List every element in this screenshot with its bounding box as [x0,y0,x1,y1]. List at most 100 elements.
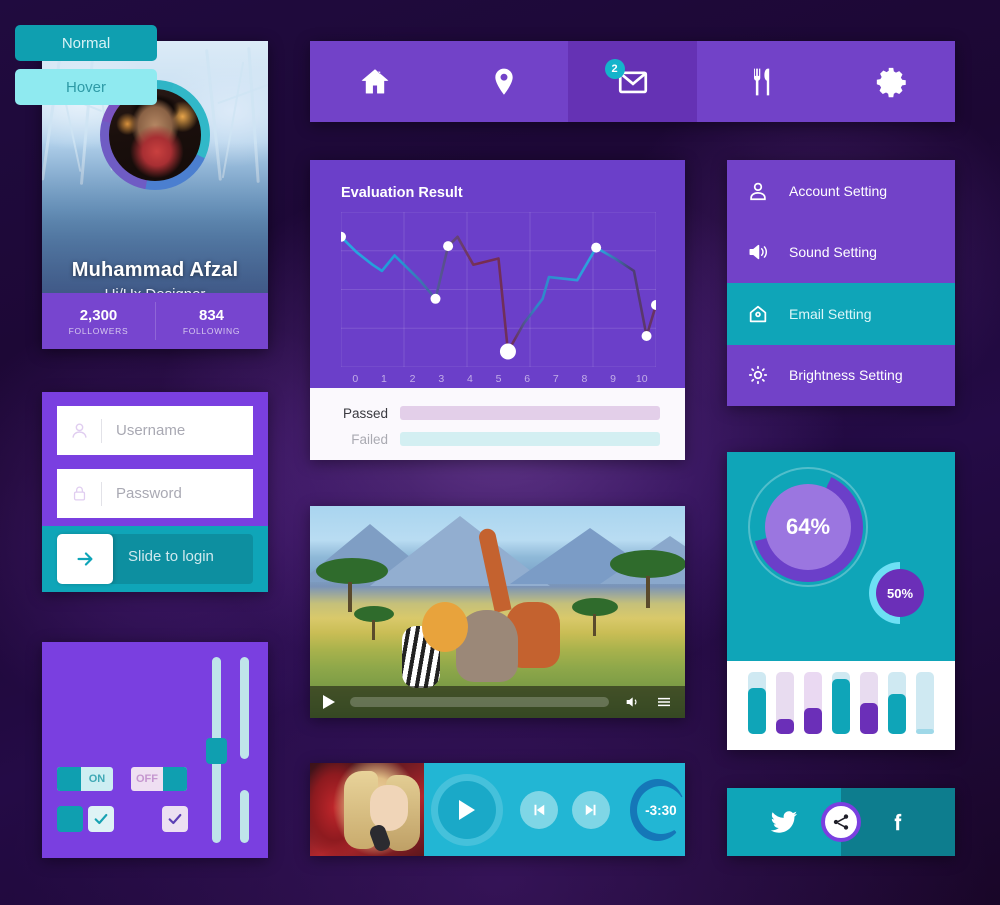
stat-label: FOLLOWING [182,325,241,336]
lock-icon [57,484,101,503]
slider-a-handle[interactable] [206,738,227,764]
video-progress-track[interactable] [350,697,609,707]
x-tick-0: 0 [352,373,359,385]
bar-1 [748,672,766,734]
bar-fill [776,718,794,734]
slider-b-track-upper[interactable] [240,657,249,759]
chart-gridlines [341,212,656,367]
toggle-off[interactable]: OFF [131,767,187,791]
slide-to-login[interactable]: Slide to login [42,526,268,592]
bar-5 [860,672,878,734]
social-bar [727,788,955,856]
password-field[interactable]: Password [57,469,253,518]
navigation-bar: 2 [310,41,955,122]
bar-3 [804,672,822,734]
donut-area: 64% 50% [727,452,955,661]
previous-button[interactable] [519,791,558,829]
sidebar-item-email[interactable]: Email Setting [727,283,955,345]
progress-track[interactable] [400,406,660,420]
nav-item-messages[interactable]: 2 [568,41,697,122]
donut-value: 50% [876,569,924,617]
donut-chart-large: 64% [748,467,868,587]
slide-label: Slide to login [128,548,214,565]
video-player[interactable] [310,506,685,718]
nav-item-home[interactable] [310,41,439,122]
checkbox-unchecked[interactable] [57,806,83,832]
data-point-4 [591,242,602,253]
bar-fill [804,707,822,734]
username-field[interactable]: Username [57,406,253,455]
checkbox-checked-teal[interactable] [88,806,114,832]
x-tick-2: 2 [409,373,416,385]
play-button[interactable] [437,781,496,839]
line-chart [341,212,656,367]
x-tick-3: 3 [438,373,445,385]
brightness-icon [727,364,789,386]
bar-7 [916,672,934,734]
stat-following[interactable]: 834 FOLLOWING [155,293,268,349]
normal-button[interactable]: Normal [15,25,157,61]
sidebar-item-sound[interactable]: Sound Setting [727,221,955,283]
artist-face [370,785,408,831]
album-artwork [310,763,424,856]
toggle-knob [57,767,81,791]
bar-2 [776,672,794,734]
music-player: -3:30 [310,763,685,856]
video-controls [310,686,685,718]
progress-track[interactable] [400,432,660,446]
chart-progress-area: Passed Failed [310,388,685,460]
volume-icon [626,697,637,707]
sidebar-item-label: Brightness Setting [789,367,903,384]
play-icon [323,695,335,709]
track-timer: -3:30 [629,779,685,841]
sidebar-item-account[interactable]: Account Setting [727,160,955,222]
home-icon [361,68,388,93]
toggle-label: ON [88,773,106,785]
sidebar-item-brightness[interactable]: Brightness Setting [727,344,955,406]
chart-x-axis: 0 1 2 3 4 5 6 7 8 9 10 [341,373,656,385]
toggle-label: OFF [136,773,158,785]
bar-fill [832,679,850,734]
previous-track-icon [534,804,545,816]
gear-icon [876,67,906,97]
nav-item-food[interactable] [697,41,826,122]
progress-row-failed: Failed [310,430,685,448]
data-point-1 [430,293,441,304]
stat-followers[interactable]: 2,300 FOLLOWERS [42,293,155,349]
data-line [341,235,656,353]
nav-item-location[interactable] [439,41,568,122]
evaluation-chart-card: Evaluation Result 0 1 2 3 4 5 6 7 8 9 10 [310,160,685,460]
x-tick-6: 6 [524,373,531,385]
slide-knob[interactable] [57,534,113,584]
email-icon [727,303,789,325]
nav-item-settings[interactable] [826,41,955,122]
x-tick-9: 9 [610,373,616,385]
username-placeholder: Username [116,422,186,439]
progress-row-passed: Passed [310,404,685,422]
lion [422,602,468,652]
chart-plot-area: Evaluation Result 0 1 2 3 4 5 6 7 8 9 10 [310,160,685,388]
bar-fill [748,687,766,734]
check-icon [94,813,108,825]
user-icon [57,421,101,440]
next-button[interactable] [571,791,610,829]
settings-menu: Account Setting Sound Setting Email Sett… [727,160,955,406]
slider-b-track-lower[interactable] [240,790,249,843]
play-icon [458,800,475,820]
menu-icon [658,697,670,707]
stat-value: 2,300 [79,306,118,324]
toggle-knob [163,767,187,791]
x-tick-1: 1 [381,373,387,385]
check-icon [168,813,182,825]
share-button[interactable] [821,802,861,842]
data-point-2 [443,241,454,252]
account-icon [727,180,789,202]
data-point-3 [499,343,516,360]
login-form: Username Password Slide to login [42,392,268,592]
hover-button[interactable]: Hover [15,69,157,105]
data-point-6 [651,300,656,310]
password-placeholder: Password [116,485,182,502]
toggle-on[interactable]: ON [57,767,113,791]
checkbox-checked-purple[interactable] [162,806,188,832]
profile-stats: 2,300 FOLLOWERS 834 FOLLOWING [42,293,268,349]
